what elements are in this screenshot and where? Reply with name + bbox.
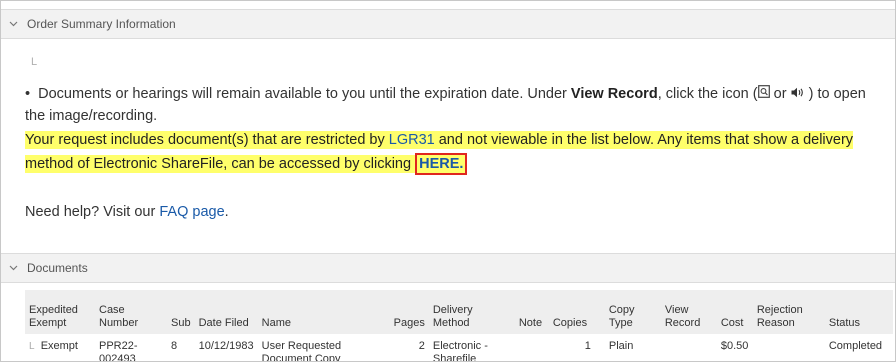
- documents-header[interactable]: Documents: [1, 253, 895, 283]
- notice-text-1: Documents or hearings will remain availa…: [38, 86, 571, 102]
- cell-expedited: L Exempt: [25, 334, 95, 361]
- help-text: Need help? Visit our FAQ page.: [25, 204, 229, 220]
- col-copy-type[interactable]: Copy Type: [605, 290, 661, 334]
- here-link[interactable]: HERE.: [415, 153, 468, 175]
- cell-name: User Requested Document Copy: [261, 340, 342, 362]
- cell-pages: 2: [418, 340, 425, 352]
- cell-date-filed: 10/12/1983: [198, 340, 254, 352]
- order-summary-body: L • Documents or hearings will remain av…: [1, 38, 895, 252]
- cell-delivery-method: Electronic - Sharefile: [432, 340, 488, 362]
- documents-body: Expedited Exempt Case Number Sub Date Fi…: [1, 282, 895, 362]
- table-row[interactable]: L Exempt PPR22-002493 8 10/12/1983 User …: [25, 334, 893, 362]
- tree-corner-icon: L: [29, 341, 35, 352]
- col-date-filed[interactable]: Date Filed: [195, 290, 258, 334]
- col-case-number[interactable]: Case Number: [95, 290, 167, 334]
- col-rejection-reason[interactable]: Rejection Reason: [753, 290, 825, 334]
- col-view-record[interactable]: View Record: [661, 290, 717, 334]
- col-pages[interactable]: Pages: [390, 290, 429, 334]
- col-status[interactable]: Status: [825, 290, 893, 334]
- order-summary-header[interactable]: Order Summary Information: [1, 9, 895, 39]
- col-expedited-exempt[interactable]: Expedited Exempt: [25, 290, 95, 334]
- notice-text-2: , click the icon (: [657, 86, 758, 102]
- cell-status: Completed: [828, 340, 883, 352]
- col-name[interactable]: Name: [258, 290, 390, 334]
- tree-corner-icon: L: [31, 56, 38, 68]
- help-text-end: .: [224, 204, 229, 220]
- cell-cost: $0.50: [720, 340, 749, 352]
- cell-copies: 1: [584, 340, 591, 352]
- col-sub[interactable]: Sub: [167, 290, 195, 334]
- cell-sub: 8: [171, 340, 178, 352]
- chevron-down-icon[interactable]: [1, 19, 27, 30]
- col-note[interactable]: Note: [515, 290, 549, 334]
- col-delivery-method[interactable]: Delivery Method: [429, 290, 515, 334]
- cell-note: [515, 334, 549, 361]
- col-copies[interactable]: Copies: [549, 290, 605, 334]
- cell-view-record[interactable]: [661, 334, 717, 361]
- restriction-text-1: Your request includes document(s) that a…: [25, 131, 389, 149]
- documents-table: Expedited Exempt Case Number Sub Date Fi…: [25, 290, 893, 362]
- page-frame: Order Summary Information L • Documents …: [0, 0, 896, 362]
- table-header-row: Expedited Exempt Case Number Sub Date Fi…: [25, 290, 893, 334]
- notice-or: or: [769, 86, 791, 102]
- cell-expedited-value: Exempt: [40, 340, 78, 352]
- col-cost[interactable]: Cost: [717, 290, 753, 334]
- help-text-prefix: Need help? Visit our: [25, 204, 160, 220]
- document-view-icon: [757, 83, 770, 105]
- faq-link[interactable]: FAQ page: [159, 204, 224, 220]
- availability-notice: • Documents or hearings will remain avai…: [25, 83, 885, 127]
- documents-title: Documents: [27, 261, 88, 275]
- cell-case-number: PPR22-002493: [99, 340, 138, 362]
- audio-icon: [791, 83, 805, 105]
- chevron-down-icon[interactable]: [1, 263, 27, 274]
- cell-copy-type: Plain: [608, 340, 634, 352]
- view-record-label: View Record: [570, 86, 658, 102]
- order-summary-title: Order Summary Information: [27, 17, 176, 31]
- bullet: •: [25, 86, 31, 102]
- cell-rejection-reason: [753, 334, 825, 361]
- lgr31-link[interactable]: LGR31: [388, 131, 435, 149]
- restriction-notice: Your request includes document(s) that a…: [25, 128, 885, 176]
